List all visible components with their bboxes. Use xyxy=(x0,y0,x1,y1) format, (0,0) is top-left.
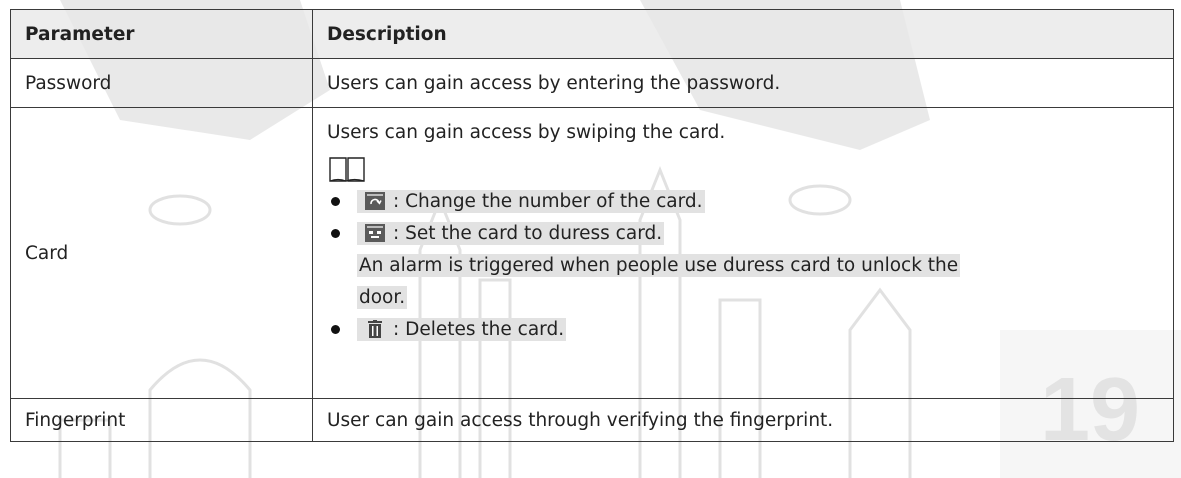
table-header-row: Parameter Description xyxy=(10,9,1174,59)
card-option-3: : Deletes the card. xyxy=(357,318,567,341)
duress-card-icon[interactable] xyxy=(365,224,385,242)
bullet-icon xyxy=(331,197,340,206)
header-parameter: Parameter xyxy=(10,9,313,59)
list-item-duress-card: : Set the card to duress card. An alarm … xyxy=(327,218,1159,314)
list-item-change-card: : Change the number of the card. xyxy=(327,186,1159,218)
bullet-icon xyxy=(331,229,340,238)
duress-note-line-2: door. xyxy=(357,286,408,309)
table-row-fingerprint: Fingerprint User can gain access through… xyxy=(10,398,1174,442)
desc-fingerprint: User can gain access through verifying t… xyxy=(312,398,1174,442)
desc-card: Users can gain access by swiping the car… xyxy=(312,107,1174,399)
table-row-card: Card Users can gain access by swiping th… xyxy=(10,107,1174,399)
desc-password: Users can gain access by entering the pa… xyxy=(312,58,1174,108)
param-password: Password xyxy=(10,58,313,108)
card-option-1-text: : Change the number of the card. xyxy=(393,191,703,212)
card-option-2: : Set the card to duress card. xyxy=(357,222,665,245)
parameter-table: Parameter Description Password Users can… xyxy=(10,9,1174,442)
duress-note-line-1: An alarm is triggered when people use du… xyxy=(357,254,961,277)
card-refresh-icon[interactable] xyxy=(365,192,385,210)
book-icon xyxy=(329,157,365,182)
param-fingerprint: Fingerprint xyxy=(10,398,313,442)
bullet-icon xyxy=(331,325,340,334)
table-row-password: Password Users can gain access by enteri… xyxy=(10,58,1174,108)
card-options-list: : Change the number of the card. : Set t… xyxy=(327,186,1159,346)
card-option-1: : Change the number of the card. xyxy=(357,190,705,213)
card-option-3-text: : Deletes the card. xyxy=(393,319,565,340)
param-card: Card xyxy=(10,107,313,399)
list-item-delete-card: : Deletes the card. xyxy=(327,314,1159,346)
card-intro: Users can gain access by swiping the car… xyxy=(327,122,726,143)
card-option-2-text: : Set the card to duress card. xyxy=(393,223,663,244)
trash-icon[interactable] xyxy=(365,320,385,338)
header-description: Description xyxy=(312,9,1174,59)
